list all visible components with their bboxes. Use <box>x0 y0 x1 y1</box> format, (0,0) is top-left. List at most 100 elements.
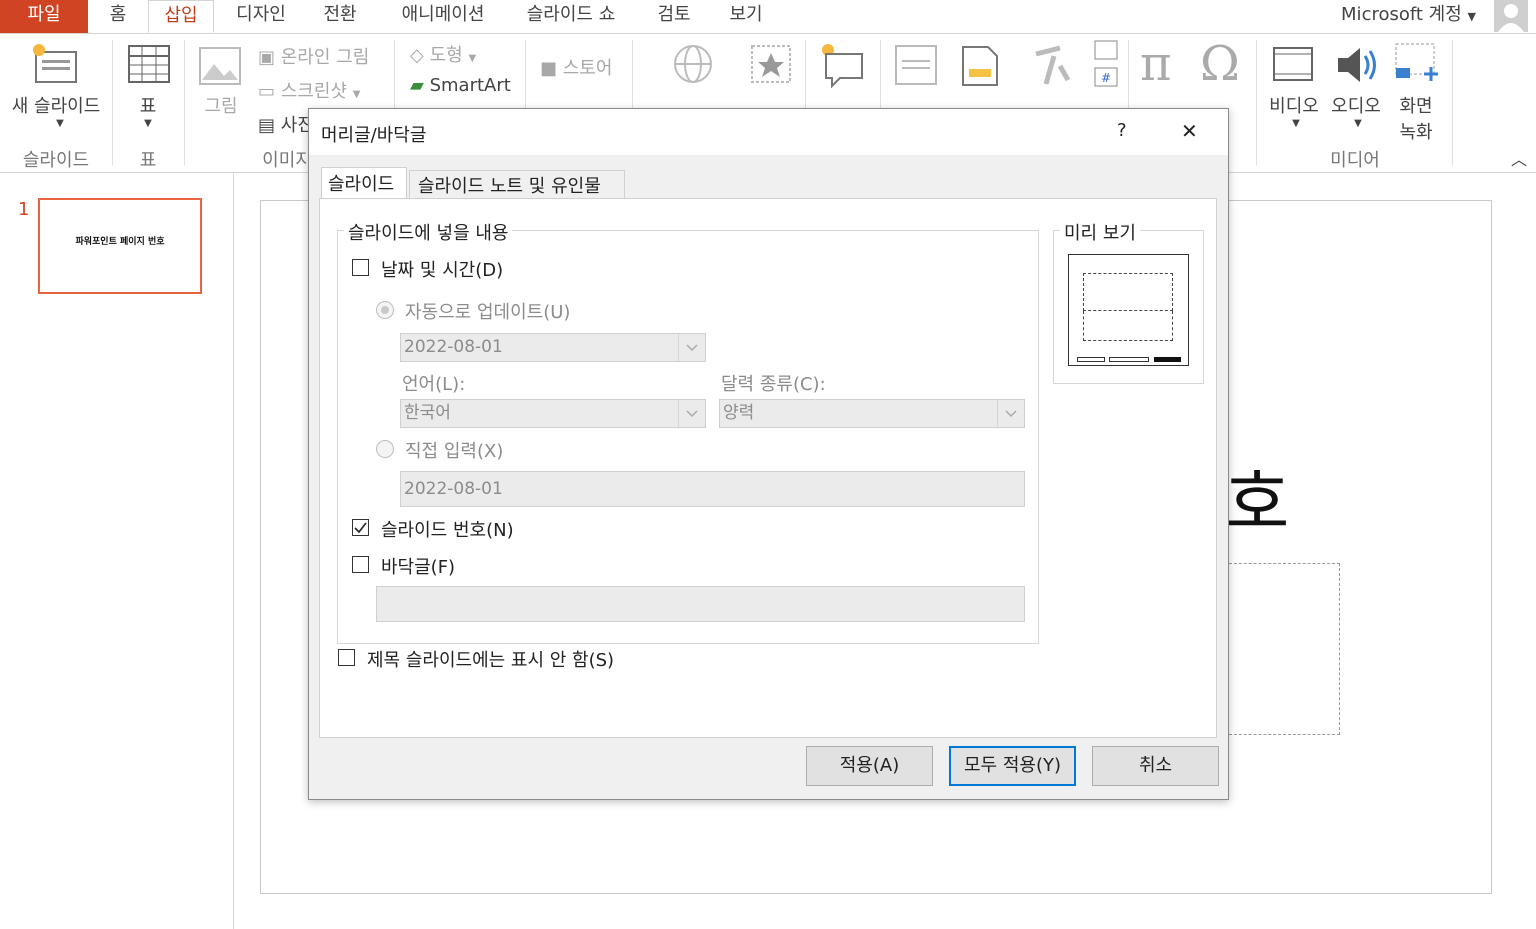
shapes-icon: ◇ <box>410 45 424 66</box>
tab-slideshow[interactable]: 슬라이드 쇼 <box>516 0 626 33</box>
group-media: 미디어 <box>1330 150 1380 171</box>
date-time-icon: # <box>1094 40 1118 87</box>
online-picture-icon: ▣ <box>258 47 276 68</box>
help-button[interactable]: ? <box>1117 120 1127 141</box>
audio-icon <box>1338 48 1376 82</box>
account-menu[interactable]: Microsoft 계정 ▼ <box>1341 0 1476 32</box>
ribbon-divider <box>1256 40 1257 166</box>
calendar-label: 달력 종류(C): <box>721 374 826 395</box>
equation-icon: π <box>1140 36 1172 92</box>
new-slide-button[interactable]: 새 슬라이드 <box>4 92 108 118</box>
auto-update-label: 자동으로 업데이트(U) <box>405 302 571 323</box>
footer-input[interactable] <box>376 586 1025 622</box>
tab-home[interactable]: 홈 <box>100 0 136 33</box>
dont-show-title-label: 제목 슬라이드에는 표시 안 함(S) <box>367 650 615 671</box>
fixed-date-label: 직접 입력(X) <box>405 441 504 462</box>
action-icon <box>751 45 791 83</box>
svg-text:#: # <box>1101 71 1111 85</box>
header-footer-dialog: 머리글/바닥글 ? ✕ 슬라이드 슬라이드 노트 및 유인물 슬라이드에 넣을 … <box>308 108 1229 800</box>
shapes-button[interactable]: ◇ 도형 ▼ <box>410 41 476 67</box>
ribbon-divider <box>184 40 185 166</box>
fixed-date-radio[interactable] <box>376 440 394 458</box>
screenshot-icon: ▭ <box>258 81 276 102</box>
language-select[interactable]: 한국어 <box>400 399 706 428</box>
collapse-ribbon-icon[interactable]: ︿ <box>1508 146 1530 170</box>
store-icon: ■ <box>540 58 558 79</box>
slide-number: 1 <box>18 199 30 220</box>
group-slides: 슬라이드 <box>22 150 90 171</box>
user-icon <box>1498 4 1524 32</box>
video-icon <box>1273 47 1313 81</box>
checkmark-icon <box>354 522 367 534</box>
apply-all-button[interactable]: 모두 적용(Y) <box>949 746 1076 786</box>
hyperlink-icon <box>674 45 712 83</box>
chevron-down-icon: ▼ <box>352 89 361 100</box>
slide-thumbnail[interactable]: 파워포인트 페이지 번호 <box>38 198 202 294</box>
header-footer-icon <box>962 46 998 86</box>
include-group-label: 슬라이드에 넣을 내용 <box>344 219 513 245</box>
tab-review[interactable]: 검토 <box>646 0 702 33</box>
account-label: Microsoft 계정 <box>1341 4 1462 25</box>
screen-recording-button[interactable]: 화면 녹화 <box>1388 92 1444 144</box>
photo-album-icon: ▤ <box>258 115 276 136</box>
tab-transitions[interactable]: 전환 <box>312 0 368 33</box>
screenshot-button[interactable]: ▭ 스크린샷 ▼ <box>258 77 360 103</box>
slide-number-checkbox[interactable] <box>352 519 369 536</box>
table-button[interactable]: 표 <box>118 92 178 118</box>
preview-body-placeholder <box>1083 311 1173 341</box>
chevron-down-icon <box>678 400 705 427</box>
apply-button[interactable]: 적용(A) <box>806 746 933 786</box>
preview-number-marker <box>1154 357 1181 362</box>
slide-thumbnail-pane: 1 파워포인트 페이지 번호 <box>0 173 234 929</box>
audio-button[interactable]: 오디오 <box>1324 92 1388 118</box>
new-slide-icon <box>33 44 77 83</box>
footer-checkbox[interactable] <box>352 556 369 573</box>
ribbon-divider <box>112 40 113 166</box>
dont-show-title-checkbox[interactable] <box>338 649 355 666</box>
dialog-title: 머리글/바닥글 <box>321 125 427 146</box>
preview-title-placeholder <box>1083 273 1173 311</box>
slide-number-label: 슬라이드 번호(N) <box>381 520 514 541</box>
chevron-down-icon <box>678 334 705 361</box>
comment-icon <box>822 44 863 88</box>
slide-placeholder[interactable] <box>1229 563 1340 735</box>
video-button[interactable]: 비디오 <box>1262 92 1326 118</box>
tab-design[interactable]: 디자인 <box>228 0 294 33</box>
screen-recording-icon <box>1395 43 1438 81</box>
wordart-icon <box>1035 45 1071 85</box>
chevron-down-icon: ▼ <box>468 53 477 64</box>
cancel-button[interactable]: 취소 <box>1092 746 1219 786</box>
tab-insert[interactable]: 삽입 <box>148 0 214 33</box>
store-button[interactable]: ■ 스토어 <box>540 54 612 80</box>
avatar[interactable] <box>1494 0 1528 32</box>
tab-file[interactable]: 파일 <box>0 0 88 33</box>
chevron-down-icon: ▼ <box>1467 10 1476 23</box>
chevron-down-icon[interactable]: ▼ <box>50 118 70 129</box>
textbox-icon <box>895 45 937 85</box>
fixed-date-input[interactable]: 2022-08-01 <box>400 471 1025 507</box>
tab-slide[interactable]: 슬라이드 <box>321 167 407 199</box>
chevron-down-icon[interactable]: ▼ <box>1286 118 1306 129</box>
calendar-select[interactable]: 양력 <box>719 399 1025 428</box>
smartart-button[interactable]: ▰ SmartArt <box>410 75 511 96</box>
smartart-icon: ▰ <box>410 75 424 96</box>
date-time-label: 날짜 및 시간(D) <box>381 260 504 281</box>
auto-update-radio[interactable] <box>376 301 394 319</box>
online-picture-button[interactable]: ▣ 온라인 그림 <box>258 43 369 69</box>
tab-view[interactable]: 보기 <box>718 0 774 33</box>
chevron-down-icon[interactable]: ▼ <box>1348 118 1368 129</box>
preview-footer-marker <box>1109 357 1149 362</box>
slide-title-text[interactable]: 호 <box>1225 463 1289 543</box>
photo-album-button[interactable]: ▤ 사진 <box>258 111 314 137</box>
tab-panel: 슬라이드에 넣을 내용 날짜 및 시간(D) 자동으로 업데이트(U) 2022… <box>319 198 1217 738</box>
picture-button[interactable]: 그림 <box>196 92 246 118</box>
auto-update-date-select[interactable]: 2022-08-01 <box>400 333 706 362</box>
tab-animations[interactable]: 애니메이션 <box>388 0 498 33</box>
table-icon <box>128 45 170 83</box>
tab-notes-handouts[interactable]: 슬라이드 노트 및 유인물 <box>409 170 625 199</box>
language-label: 언어(L): <box>402 374 466 395</box>
chevron-down-icon[interactable]: ▼ <box>138 118 158 129</box>
close-icon[interactable]: ✕ <box>1181 119 1198 143</box>
footer-label: 바닥글(F) <box>381 557 456 578</box>
date-time-checkbox[interactable] <box>352 259 369 276</box>
